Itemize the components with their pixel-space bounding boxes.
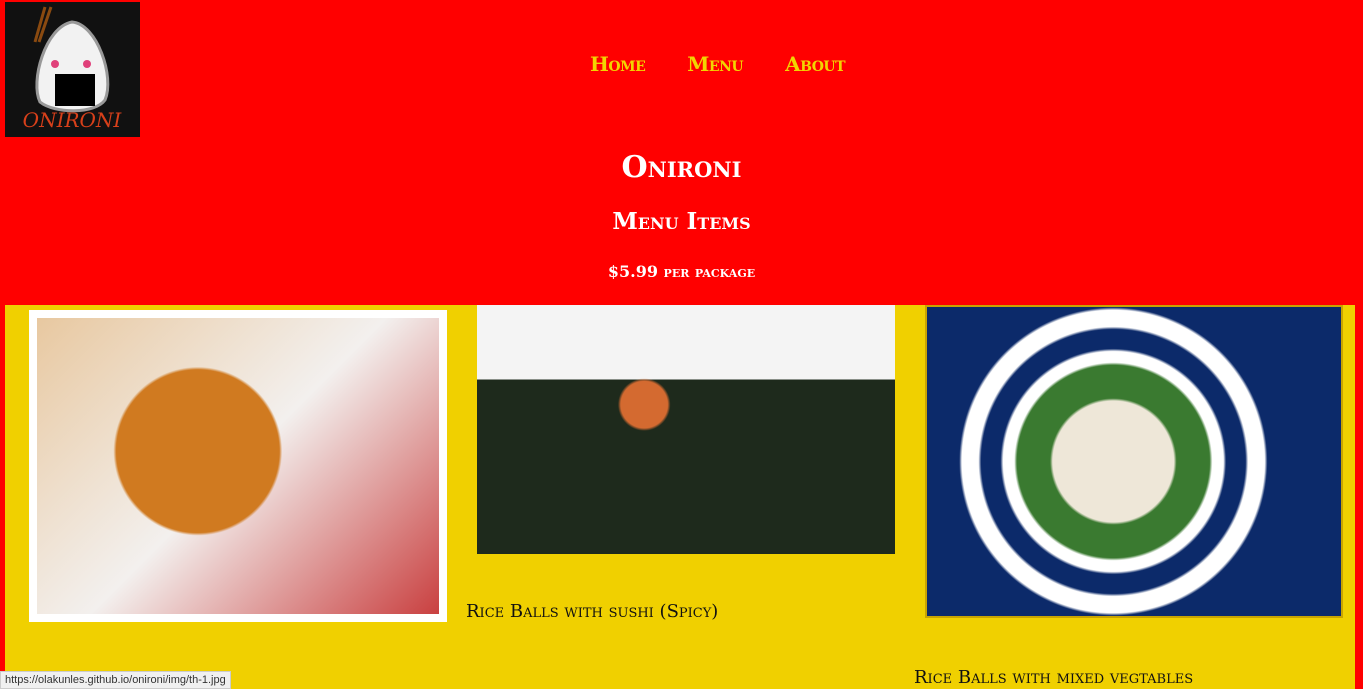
price-text: $5.99 per package bbox=[607, 262, 756, 281]
status-bar-url: https://olakunles.github.io/onironi/img/… bbox=[0, 671, 231, 689]
nav-about[interactable]: About bbox=[785, 52, 845, 76]
site-title: Onironi bbox=[621, 150, 742, 185]
nav-menu[interactable]: Menu bbox=[687, 52, 743, 76]
nav-home[interactable]: Home bbox=[590, 52, 646, 76]
onigiri-logo-icon: ONIRONI bbox=[23, 6, 123, 132]
svg-text:ONIRONI: ONIRONI bbox=[23, 108, 123, 132]
logo[interactable]: ONIRONI bbox=[5, 2, 140, 137]
main-nav: Home Menu About bbox=[590, 52, 846, 76]
menu-item-image-vegetables[interactable] bbox=[925, 305, 1343, 618]
menu-item-image-sesame[interactable] bbox=[29, 310, 447, 622]
menu-item-image-sushi[interactable] bbox=[477, 305, 895, 554]
menu-item-caption: Rice Balls with sushi (Spicy) bbox=[466, 601, 719, 622]
menu-item-caption: Rice Balls with mixed vegtables bbox=[914, 667, 1194, 688]
menu-grid: Rice Balls with sushi (Spicy) Rice Balls… bbox=[5, 305, 1355, 689]
page-title: Menu Items bbox=[612, 208, 751, 235]
